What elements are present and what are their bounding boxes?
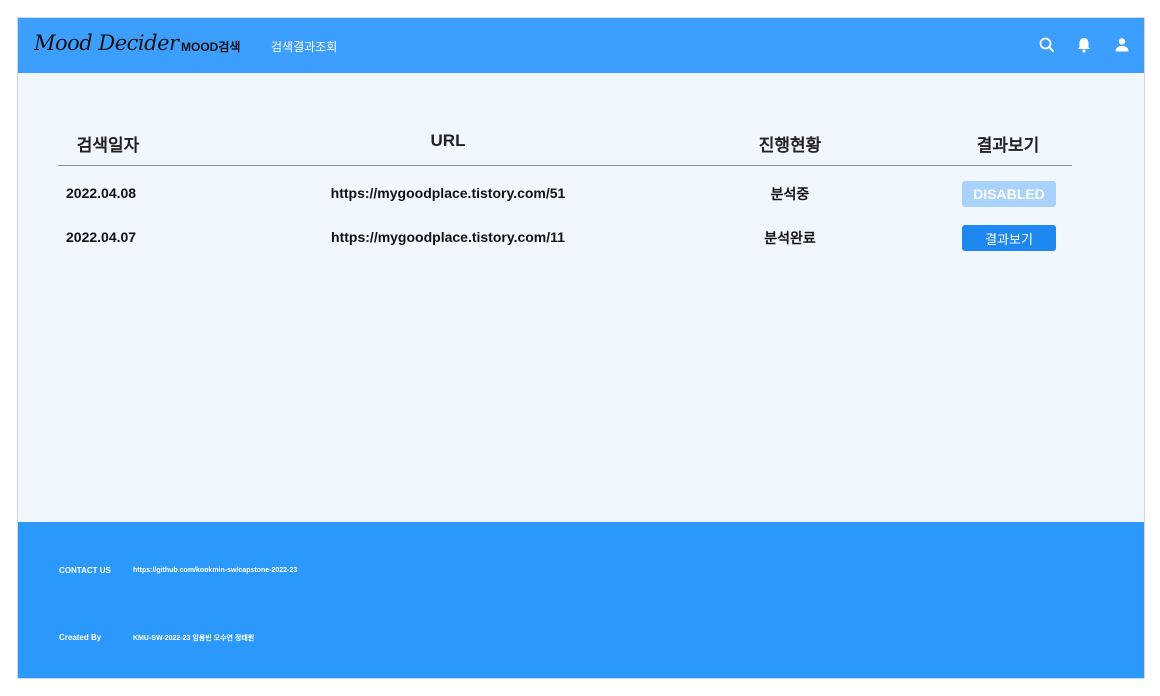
- row-status: 분석완료: [764, 230, 816, 246]
- row-date: 2022.04.08: [66, 185, 137, 201]
- contact-link[interactable]: https://github.com/kookmin-sw/capstone-2…: [133, 567, 297, 574]
- row-url: https://mygoodplace.tistory.com/51: [330, 185, 566, 201]
- column-header-url: URL: [430, 131, 466, 150]
- top-nav-bar: Mood Decider MOOD검색 검색결과조회: [18, 18, 1144, 73]
- app-logo[interactable]: Mood Decider: [34, 31, 179, 55]
- created-by-value: KMU-SW-2022-23 임용빈 오수연 정태원: [133, 635, 255, 642]
- column-header-result: 결과보기: [976, 136, 1040, 155]
- nav-mood-search[interactable]: MOOD검색: [181, 38, 240, 55]
- search-icon[interactable]: [1038, 36, 1056, 54]
- row-status: 분석중: [770, 186, 810, 202]
- row-date: 2022.04.07: [66, 229, 137, 245]
- disabled-button: DISABLED: [962, 181, 1056, 207]
- footer: CONTACT US https://github.com/kookmin-sw…: [18, 522, 1144, 678]
- contact-label: CONTACT US: [59, 566, 111, 575]
- column-header-date: 검색일자: [76, 136, 140, 155]
- bell-icon[interactable]: [1075, 36, 1093, 54]
- view-result-button[interactable]: 결과보기: [962, 225, 1056, 251]
- header-divider: [58, 165, 1072, 166]
- created-by-label: Created By: [59, 633, 102, 642]
- nav-search-results[interactable]: 검색결과조회: [271, 38, 337, 55]
- app-window: Mood Decider MOOD검색 검색결과조회 검색일자 URL 진행현황…: [17, 17, 1145, 679]
- column-header-status: 진행현황: [758, 136, 822, 155]
- row-url: https://mygoodplace.tistory.com/11: [331, 229, 565, 245]
- user-icon[interactable]: [1113, 36, 1131, 54]
